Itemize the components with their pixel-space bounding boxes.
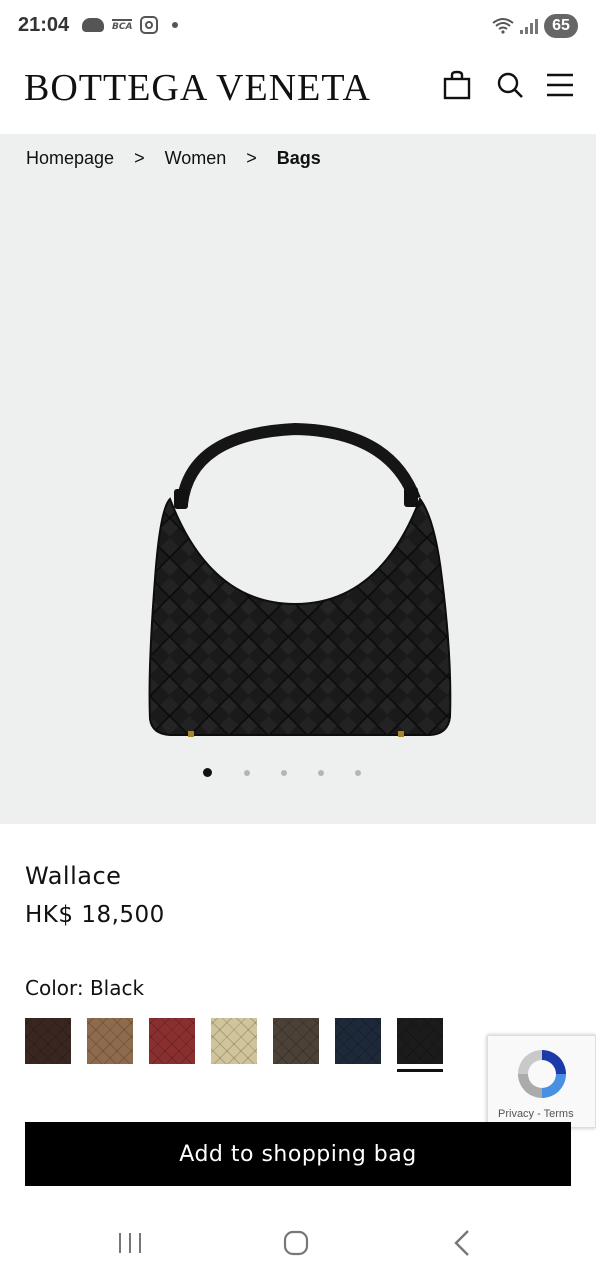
breadcrumb-separator: >: [246, 148, 257, 168]
gallery-dot[interactable]: [203, 768, 212, 777]
notification-dot-icon: [172, 22, 179, 28]
search-icon[interactable]: [495, 70, 525, 100]
battery-icon: 65: [544, 14, 578, 38]
brand-logo[interactable]: BOTTEGA VENETA: [24, 66, 371, 110]
breadcrumb-bags: Bags: [276, 148, 321, 168]
color-swatch-olive-brown[interactable]: [273, 1018, 319, 1064]
home-icon[interactable]: [281, 1228, 311, 1258]
color-swatch-black[interactable]: [397, 1018, 443, 1064]
product-image[interactable]: [130, 419, 470, 739]
gallery-dot[interactable]: [355, 770, 361, 776]
system-nav-bar: [0, 1206, 596, 1280]
bca-icon: BCA: [112, 18, 133, 32]
recaptcha-links[interactable]: Privacy - Terms: [498, 1108, 574, 1120]
add-to-bag-button[interactable]: Add to shopping bag: [25, 1122, 571, 1186]
site-header: BOTTEGA VENETA: [0, 56, 596, 134]
color-swatches: [25, 1018, 465, 1074]
shopping-bag-icon[interactable]: [442, 70, 472, 100]
back-icon[interactable]: [448, 1228, 478, 1258]
color-swatch-beige[interactable]: [211, 1018, 257, 1064]
product-name: Wallace: [25, 862, 122, 890]
wifi-icon: [492, 18, 514, 34]
product-gallery[interactable]: Homepage > Women > Bags: [0, 134, 596, 824]
color-swatch-tan[interactable]: [87, 1018, 133, 1064]
breadcrumb-separator: >: [134, 148, 145, 168]
gallery-dot[interactable]: [244, 770, 250, 776]
color-swatch-navy[interactable]: [335, 1018, 381, 1064]
status-bar: 21:04 BCA 65: [0, 0, 596, 56]
selected-swatch-indicator: [397, 1069, 443, 1072]
color-swatch-red[interactable]: [149, 1018, 195, 1064]
breadcrumb-homepage[interactable]: Homepage: [26, 148, 114, 169]
product-price: HK$ 18,500: [25, 902, 165, 928]
status-time: 21:04: [18, 14, 70, 36]
recaptcha-badge[interactable]: Privacy - Terms: [487, 1035, 596, 1128]
color-label: Color: Black: [25, 976, 145, 1000]
recaptcha-icon: [518, 1050, 566, 1098]
breadcrumb-women[interactable]: Women: [165, 148, 227, 169]
gallery-dot[interactable]: [281, 770, 287, 776]
gallery-pagination: [0, 768, 596, 780]
recent-apps-icon[interactable]: [115, 1228, 145, 1258]
breadcrumb: Homepage > Women > Bags: [26, 148, 321, 169]
menu-icon[interactable]: [545, 70, 575, 100]
gallery-dot[interactable]: [318, 770, 324, 776]
instagram-icon: [140, 16, 159, 34]
signal-icon: [520, 18, 538, 34]
status-icons-right: 65: [492, 14, 578, 38]
color-swatch-dark-brown[interactable]: [25, 1018, 71, 1064]
status-icons-left: BCA: [82, 16, 179, 34]
cloud-icon: [82, 18, 104, 32]
